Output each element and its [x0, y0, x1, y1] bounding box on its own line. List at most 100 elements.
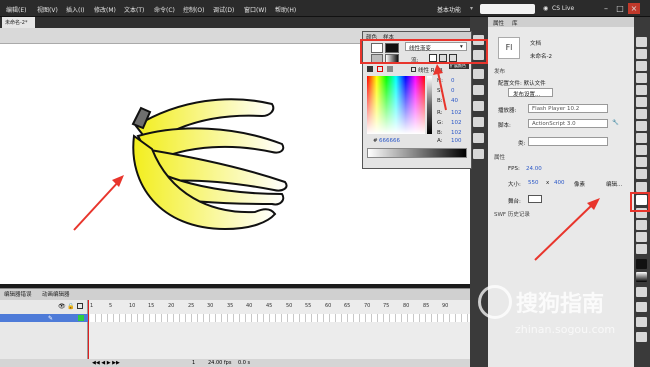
- transform-icon[interactable]: [473, 101, 484, 111]
- menu-help[interactable]: 帮助(H): [275, 5, 296, 14]
- document-name: 未命名-2: [530, 54, 552, 60]
- free-transform-icon[interactable]: [636, 61, 647, 71]
- document-type: 文档: [530, 41, 542, 47]
- text-tool-icon[interactable]: [636, 97, 647, 107]
- zoom-tool-icon[interactable]: [636, 244, 647, 254]
- menu-window[interactable]: 窗口(W): [244, 5, 267, 14]
- menu-debug[interactable]: 调试(D): [213, 5, 234, 14]
- timeline-header: [0, 288, 470, 300]
- pencil-tool-icon[interactable]: [636, 133, 647, 143]
- components-icon[interactable]: [473, 117, 484, 127]
- bone-tool-icon[interactable]: [636, 169, 647, 179]
- menu-commands[interactable]: 命令(C): [154, 5, 175, 14]
- frame-strip[interactable]: [90, 314, 470, 322]
- hex-value[interactable]: 666666: [379, 138, 400, 144]
- menu-edit[interactable]: 编辑(E): [6, 5, 26, 14]
- brush-tool-icon[interactable]: [636, 145, 647, 155]
- swap-colors-tool-icon[interactable]: [636, 287, 647, 297]
- class-input[interactable]: [528, 137, 608, 146]
- red-value[interactable]: 102: [451, 110, 462, 116]
- saturation-value[interactable]: 0: [451, 88, 455, 94]
- layer-list: [0, 300, 88, 359]
- subselection-tool-icon[interactable]: [636, 49, 647, 59]
- player-label: 播放器:: [498, 108, 517, 114]
- outline-icon[interactable]: [77, 303, 83, 309]
- publish-settings-button[interactable]: 发布设置...: [508, 88, 553, 98]
- edit-label[interactable]: 编辑...: [606, 180, 622, 188]
- tab-compiler-errors[interactable]: 编辑器错误: [4, 290, 32, 298]
- selection-tool-icon[interactable]: [636, 37, 647, 47]
- height-value[interactable]: 400: [554, 180, 565, 186]
- section-publish[interactable]: 发布: [494, 67, 505, 75]
- layer-row[interactable]: ✎: [0, 314, 88, 322]
- workspace-dropdown-icon[interactable]: ▾: [470, 5, 473, 12]
- cs-live-label[interactable]: CS Live: [552, 5, 574, 12]
- color-picker-field[interactable]: [367, 76, 425, 134]
- blue-value[interactable]: 102: [451, 130, 462, 136]
- document-tab[interactable]: 未命名-2*: [2, 17, 35, 28]
- document-type-icon: Fl: [498, 37, 520, 59]
- width-value[interactable]: 550: [528, 180, 539, 186]
- workspace-switcher[interactable]: 基本功能: [437, 5, 461, 14]
- cs-live-icon[interactable]: ◉: [543, 5, 548, 12]
- align-icon[interactable]: [473, 69, 484, 79]
- menu-text[interactable]: 文本(T): [124, 5, 144, 14]
- no-color-icon[interactable]: [377, 66, 383, 72]
- fps-value[interactable]: 24.00: [526, 166, 542, 172]
- menu-view[interactable]: 视图(V): [37, 5, 58, 14]
- library-icon[interactable]: [473, 133, 484, 143]
- ink-bottle-icon[interactable]: [636, 182, 647, 192]
- watermark-brand: 搜狗指南: [516, 292, 605, 317]
- frame-number: 25: [188, 303, 195, 309]
- stroke-color-icon[interactable]: [636, 259, 647, 269]
- deco-tool-icon[interactable]: [636, 157, 647, 167]
- motion-presets-icon[interactable]: [473, 149, 484, 159]
- menu-modify[interactable]: 修改(M): [94, 5, 116, 14]
- linear-rgb-checkbox[interactable]: [411, 67, 416, 72]
- pencil-icon: ✎: [48, 315, 54, 322]
- frame-number: 5: [109, 303, 113, 309]
- fill-color-icon[interactable]: [636, 272, 647, 282]
- hue-value[interactable]: 0: [451, 78, 455, 84]
- playhead[interactable]: [88, 300, 89, 359]
- maximize-button[interactable]: □: [614, 3, 626, 14]
- section-properties[interactable]: 属性: [494, 153, 505, 161]
- lasso-tool-icon[interactable]: [636, 73, 647, 83]
- eraser-icon[interactable]: [636, 220, 647, 230]
- minimize-button[interactable]: –: [600, 3, 612, 14]
- default-colors-icon[interactable]: [367, 66, 373, 72]
- eye-icon[interactable]: 👁: [58, 303, 66, 310]
- hand-tool-icon[interactable]: [636, 232, 647, 242]
- frame-number: 15: [148, 303, 155, 309]
- swap-colors-icon[interactable]: [387, 66, 393, 72]
- pen-tool-icon[interactable]: [636, 85, 647, 95]
- line-tool-icon[interactable]: [636, 109, 647, 119]
- straighten-icon[interactable]: [636, 332, 647, 342]
- gradient-bar[interactable]: [367, 148, 467, 158]
- alpha-value[interactable]: 100: [451, 138, 462, 144]
- size-label: 大小:: [508, 182, 521, 188]
- highlight-box-paint-bucket: [630, 192, 650, 212]
- rectangle-tool-icon[interactable]: [636, 121, 647, 131]
- play-controls-icon[interactable]: ◀◀ ◀ ▶ ▶▶: [92, 360, 120, 366]
- script-select[interactable]: ActionScript 3.0: [528, 119, 608, 128]
- menu-control[interactable]: 控制(O): [183, 5, 204, 14]
- alpha-label: A:: [437, 138, 443, 144]
- search-input[interactable]: [480, 4, 535, 14]
- tab-properties[interactable]: 属性: [493, 19, 504, 27]
- wrench-icon[interactable]: 🔧: [612, 120, 619, 126]
- smooth-icon[interactable]: [636, 317, 647, 327]
- swf-history-section[interactable]: SWF 历史记录: [494, 210, 530, 218]
- menu-insert[interactable]: 插入(I): [66, 5, 84, 14]
- green-value[interactable]: 102: [451, 120, 462, 126]
- tab-motion-editor[interactable]: 动画编辑器: [42, 290, 70, 298]
- tab-library[interactable]: 库: [512, 19, 518, 27]
- info-icon[interactable]: [473, 85, 484, 95]
- lock-icon[interactable]: 🔒: [67, 303, 74, 310]
- brightness-value[interactable]: 40: [451, 98, 458, 104]
- snap-icon[interactable]: [636, 302, 647, 312]
- frame-number: 35: [227, 303, 234, 309]
- hex-prefix: #: [373, 138, 378, 144]
- player-select[interactable]: Flash Player 10.2: [528, 104, 608, 113]
- close-button[interactable]: ×: [628, 3, 640, 14]
